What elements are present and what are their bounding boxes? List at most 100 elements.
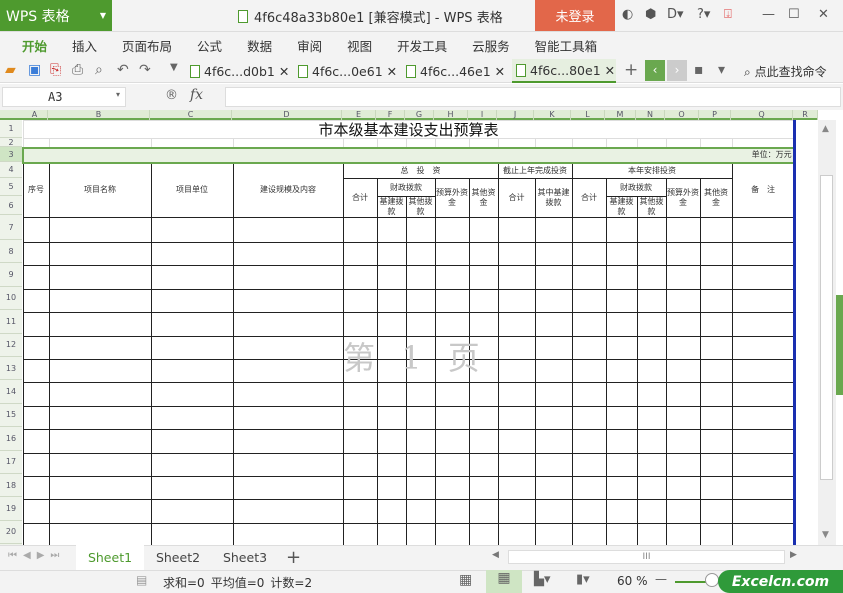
cell[interactable] <box>534 138 573 148</box>
cell[interactable] <box>571 265 607 290</box>
cell[interactable] <box>342 241 378 267</box>
cell[interactable] <box>699 429 733 454</box>
cell[interactable] <box>571 241 607 267</box>
cell[interactable] <box>150 405 234 431</box>
row-header-2[interactable]: 2 <box>0 138 22 147</box>
cell[interactable] <box>434 475 470 501</box>
cell[interactable] <box>468 475 499 501</box>
cell[interactable] <box>699 499 733 524</box>
cell[interactable] <box>665 217 701 243</box>
cell[interactable] <box>22 382 50 407</box>
cell[interactable] <box>636 138 667 148</box>
tab-data[interactable]: 数据 <box>247 36 272 55</box>
doc-tab-active[interactable]: 4f6c...80e1 ✕ <box>512 59 616 83</box>
cell[interactable] <box>48 522 152 548</box>
cell[interactable] <box>605 358 638 384</box>
header-prior-completed[interactable]: 截止上年完成投资 <box>497 162 573 179</box>
cell[interactable] <box>497 138 536 148</box>
cell[interactable] <box>636 499 667 524</box>
scroll-right-icon[interactable]: ▶ <box>790 550 797 560</box>
cell[interactable] <box>605 475 638 501</box>
cell[interactable] <box>665 312 701 337</box>
row-header-1[interactable]: 1 <box>0 120 22 138</box>
header-project-unit[interactable]: 项目单位 <box>150 162 234 218</box>
customize-chevron-icon[interactable]: ▼ <box>170 62 178 73</box>
cell[interactable] <box>342 382 378 407</box>
cell[interactable] <box>434 265 470 290</box>
tab-insert[interactable]: 插入 <box>72 36 97 55</box>
cell[interactable] <box>699 217 733 243</box>
row-header-12[interactable]: 12 <box>0 334 22 357</box>
cell[interactable] <box>342 265 378 290</box>
cell[interactable] <box>468 429 499 454</box>
tab-smart-tools[interactable]: 智能工具箱 <box>535 36 598 55</box>
cell[interactable] <box>636 358 667 384</box>
cell[interactable] <box>150 429 234 454</box>
tab-page-layout[interactable]: 页面布局 <box>122 36 172 55</box>
header-other-funds[interactable]: 其他资金 <box>468 178 499 218</box>
wps-app-menu[interactable]: WPS 表格 ▼ <box>0 0 112 31</box>
cell[interactable] <box>150 288 234 314</box>
scroll-left-icon[interactable]: ◀ <box>492 550 499 560</box>
formula-input[interactable] <box>225 87 841 107</box>
cell[interactable] <box>22 429 50 454</box>
cell[interactable] <box>468 522 499 548</box>
cell[interactable] <box>48 475 152 501</box>
header-project-name[interactable]: 项目名称 <box>48 162 152 218</box>
cell[interactable] <box>665 452 701 477</box>
cell[interactable] <box>731 452 795 477</box>
cell[interactable] <box>636 312 667 337</box>
cell[interactable] <box>605 429 638 454</box>
cell[interactable] <box>376 499 407 524</box>
cell[interactable] <box>150 382 234 407</box>
tab-cloud[interactable]: 云服务 <box>472 36 510 55</box>
cell[interactable] <box>665 241 701 267</box>
feedback-icon[interactable]: D▾ <box>667 7 684 22</box>
cell[interactable] <box>571 138 607 148</box>
column-header-F[interactable]: F <box>376 110 405 120</box>
cell[interactable] <box>534 522 573 548</box>
header-seq[interactable]: 序号 <box>22 162 50 218</box>
cell[interactable] <box>605 452 638 477</box>
row-header-16[interactable]: 16 <box>0 427 22 451</box>
header-this-year[interactable]: 本年安排投资 <box>571 162 733 179</box>
cell[interactable] <box>150 358 234 384</box>
row-header-5[interactable]: 5 <box>0 178 22 196</box>
cell[interactable] <box>534 382 573 407</box>
column-header-O[interactable]: O <box>665 110 699 120</box>
cell[interactable] <box>342 499 378 524</box>
cell[interactable] <box>232 452 344 477</box>
column-header-Q[interactable]: Q <box>731 110 793 120</box>
row-header-18[interactable]: 18 <box>0 474 22 498</box>
cell[interactable] <box>699 265 733 290</box>
cell[interactable] <box>731 312 795 337</box>
zoom-level[interactable]: 60 % <box>617 574 648 588</box>
side-panel-toggle[interactable] <box>836 295 843 395</box>
cell[interactable] <box>571 288 607 314</box>
column-header-A[interactable]: A <box>22 110 48 120</box>
cell[interactable] <box>699 382 733 407</box>
cell[interactable] <box>605 265 638 290</box>
column-header-J[interactable]: J <box>497 110 534 120</box>
cell[interactable] <box>232 405 344 431</box>
cell[interactable] <box>22 265 50 290</box>
cell[interactable] <box>571 358 607 384</box>
cell[interactable] <box>605 499 638 524</box>
cell[interactable] <box>731 499 795 524</box>
cell[interactable] <box>731 138 795 148</box>
row-header-6[interactable]: 6 <box>0 196 22 215</box>
sheet-tab-sheet1[interactable]: Sheet1 <box>76 545 144 570</box>
cell[interactable] <box>731 475 795 501</box>
cell[interactable] <box>468 288 499 314</box>
cell[interactable] <box>534 475 573 501</box>
cell[interactable] <box>22 241 50 267</box>
cell[interactable] <box>150 522 234 548</box>
cell[interactable] <box>232 382 344 407</box>
row-header-14[interactable]: 14 <box>0 380 22 404</box>
cell[interactable] <box>731 288 795 314</box>
cell[interactable] <box>150 452 234 477</box>
row-header-20[interactable]: 20 <box>0 521 22 545</box>
column-header-C[interactable]: C <box>150 110 232 120</box>
cell[interactable] <box>571 382 607 407</box>
cell[interactable] <box>571 429 607 454</box>
